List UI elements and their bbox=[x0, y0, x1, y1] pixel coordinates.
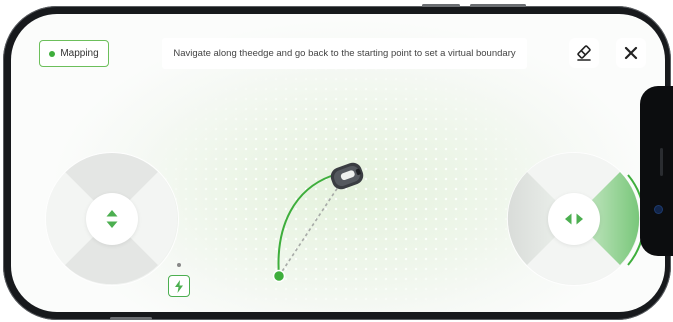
recorded-boundary-path bbox=[277, 175, 332, 277]
page: Mapping Navigate along theedge and go ba… bbox=[0, 0, 673, 322]
mapping-screen: Mapping Navigate along theedge and go ba… bbox=[11, 14, 665, 312]
volume-button bbox=[422, 4, 460, 7]
up-down-arrows-icon bbox=[106, 210, 118, 228]
front-camera bbox=[655, 206, 662, 213]
right-joystick-knob[interactable] bbox=[548, 193, 600, 245]
power-button bbox=[110, 317, 152, 320]
station-indicator-dot bbox=[177, 263, 181, 267]
left-joystick-knob[interactable] bbox=[86, 193, 138, 245]
left-right-arrows-icon bbox=[565, 213, 583, 225]
volume-button bbox=[470, 4, 526, 7]
phone-speaker bbox=[660, 148, 663, 176]
right-joystick[interactable] bbox=[507, 152, 646, 286]
left-joystick[interactable] bbox=[45, 152, 179, 286]
phone-notch bbox=[640, 86, 673, 256]
start-point-marker bbox=[272, 269, 286, 283]
